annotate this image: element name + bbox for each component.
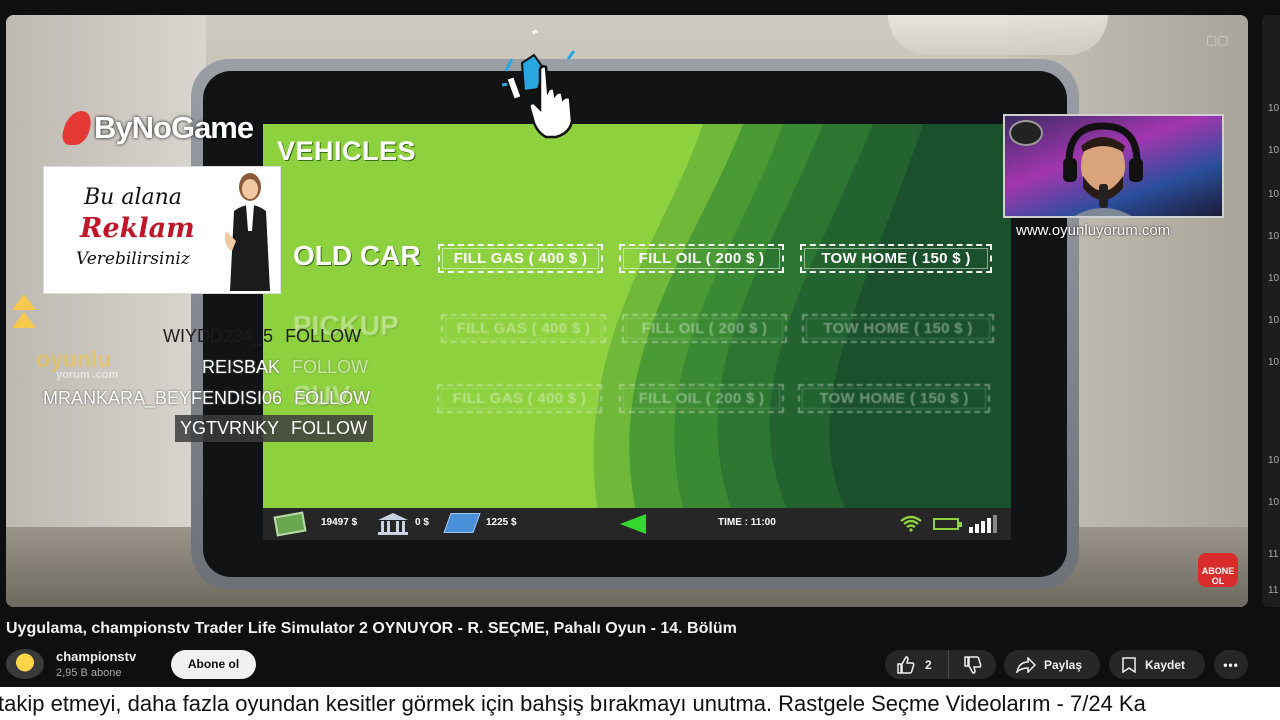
watermark-subtext: yorum .com [56, 369, 119, 381]
sidebar-duration: 10 [1268, 145, 1280, 156]
back-arrow-icon[interactable] [620, 514, 646, 534]
bynogame-mark-icon [59, 111, 95, 145]
bank-icon [378, 513, 408, 535]
tablet-device: VEHICLES OLD CAR FILL GAS ( 400 $ ) FILL… [191, 59, 1079, 589]
recommendations-sidebar[interactable]: 10 10 10 10 10 10 10 10 10 11 11 [1262, 15, 1280, 607]
tow-home-button[interactable]: TOW HOME ( 150 $ ) [798, 384, 990, 413]
webcam-website-label: www.oyunluyorum.com [1016, 222, 1171, 239]
sidebar-duration: 10 [1268, 103, 1280, 114]
ad-text-line2: Reklam [80, 213, 195, 244]
fill-oil-button[interactable]: FILL OIL ( 200 $ ) [622, 314, 787, 343]
sidebar-duration: 10 [1268, 357, 1280, 368]
follow-alert-item: WIYDD234_5 FOLLOW [163, 326, 362, 346]
battery-icon [933, 518, 962, 530]
save-button[interactable]: Kaydet [1109, 650, 1205, 679]
fill-gas-button[interactable]: FILL GAS ( 400 $ ) [437, 384, 602, 413]
signal-icon [969, 515, 997, 533]
oyunluyorum-watermark: oyunlu yorum .com [36, 346, 119, 381]
wifi-icon [900, 515, 922, 532]
fill-gas-button[interactable]: FILL GAS ( 400 $ ) [438, 244, 603, 273]
cash-icon [273, 511, 307, 537]
vehicle-row-old-car: OLD CAR FILL GAS ( 400 $ ) FILL OIL ( 20… [263, 238, 1011, 278]
channel-logo-icon [1009, 120, 1043, 146]
sidebar-duration: 10 [1268, 455, 1280, 466]
video-player[interactable]: ▢▢ VEHICLES OLD CAR FILL GAS ( 400 $ ) F… [6, 15, 1248, 607]
follow-alert-item-highlighted: YGTVRNKY FOLLOW [175, 415, 374, 442]
background-wall [6, 15, 206, 607]
thumbs-down-icon [963, 655, 981, 674]
background-light [888, 15, 1108, 55]
sidebar-duration: 11 [1268, 549, 1279, 560]
share-button[interactable]: Paylaş [1004, 650, 1100, 679]
screen-title: VEHICLES [277, 136, 417, 166]
dislike-button[interactable] [949, 655, 996, 674]
bank-amount: 0 $ [415, 517, 429, 528]
follow-alert-item: MRANKARA_BEYFENDISI06 FOLLOW [43, 388, 371, 408]
game-status-bar: 19497 $ 0 $ 1225 $ TIME : 11:00 [263, 508, 1011, 540]
tow-home-button[interactable]: TOW HOME ( 150 $ ) [802, 314, 994, 343]
sidebar-duration: 10 [1268, 231, 1280, 242]
sidebar-duration: 10 [1268, 189, 1280, 200]
ad-text-line1: Bu alana [84, 185, 182, 210]
subscribe-badge: ABONE OL [1198, 553, 1238, 587]
click-hand-icon [501, 29, 576, 139]
video-title: Uygulama, championstv Trader Life Simula… [6, 620, 737, 637]
bynogame-logo: ByNoGame [59, 110, 254, 146]
fill-gas-button[interactable]: FILL GAS ( 400 $ ) [441, 314, 606, 343]
channel-avatar[interactable] [6, 649, 44, 679]
vehicle-name: OLD CAR [293, 240, 421, 271]
ad-woman-image [224, 173, 270, 291]
card-icon [443, 513, 481, 533]
vehicle-row-pickup: PICKUP FILL GAS ( 400 $ ) FILL OIL ( 200… [263, 308, 1011, 348]
ad-text-line3: Verebilirsiniz [76, 249, 190, 269]
like-dislike-group: 2 [885, 650, 996, 679]
streamer-image [1063, 122, 1143, 216]
cash-amount: 19497 $ [321, 517, 358, 528]
more-actions-button[interactable]: ••• [1214, 650, 1248, 679]
card-amount: 1225 $ [486, 517, 517, 528]
sidebar-duration: 10 [1268, 273, 1280, 284]
streamer-webcam [1003, 114, 1224, 218]
fill-oil-button[interactable]: FILL OIL ( 200 $ ) [619, 384, 784, 413]
channel-subscriber-count: 2,95 B abone [56, 667, 122, 679]
vehicles-screen: VEHICLES OLD CAR FILL GAS ( 400 $ ) FILL… [263, 124, 1011, 540]
channel-name[interactable]: championstv [56, 649, 136, 664]
share-icon [1016, 656, 1036, 673]
scrolling-ticker: takip etmeyi, daha fazla oyundan kesitle… [0, 687, 1280, 720]
like-count: 2 [925, 657, 932, 672]
sidebar-duration: 10 [1268, 315, 1280, 326]
game-time: TIME : 11:00 [718, 517, 776, 528]
save-playlist-icon [1122, 656, 1136, 673]
subscribe-button[interactable]: Abone ol [171, 650, 256, 679]
sidebar-duration: 11 [1268, 585, 1279, 596]
follow-alert-item: REISBAK FOLLOW [202, 357, 369, 377]
like-button[interactable]: 2 [885, 650, 949, 679]
alert-icon [12, 294, 36, 328]
player-overlay-icon: ▢▢ [1206, 33, 1229, 47]
thumbs-up-icon [897, 655, 915, 674]
tow-home-button[interactable]: TOW HOME ( 150 $ ) [800, 244, 992, 273]
fill-oil-button[interactable]: FILL OIL ( 200 $ ) [619, 244, 784, 273]
sidebar-duration: 10 [1268, 497, 1280, 508]
vehicle-row-suv: SUV FILL GAS ( 400 $ ) FILL OIL ( 200 $ … [263, 378, 1011, 418]
ad-banner[interactable]: Bu alana Reklam Verebilirsiniz [43, 166, 281, 294]
